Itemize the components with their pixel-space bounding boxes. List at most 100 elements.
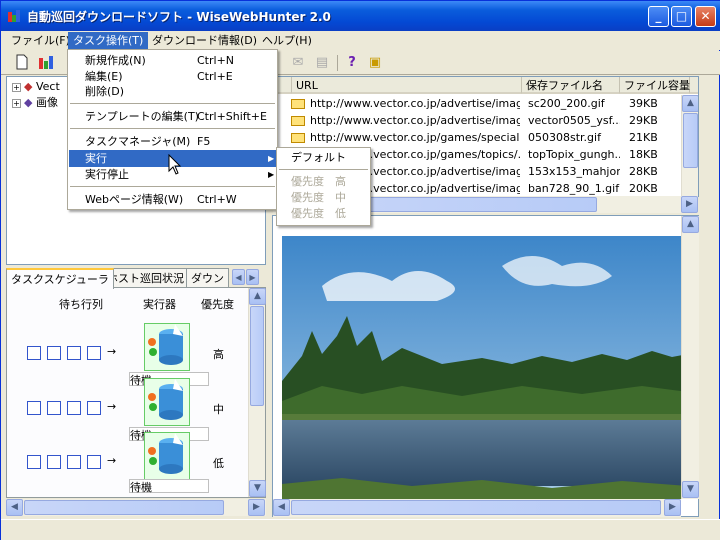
menu-item-delete[interactable]: 削除(D) xyxy=(69,83,276,100)
title-bar[interactable]: 自動巡回ダウンロードソフト - WiseWebHunter 2.0 _ □ ✕ xyxy=(1,1,720,31)
scroll-down-icon[interactable]: ▼ xyxy=(249,480,266,497)
menu-item-label: 実行 xyxy=(85,152,107,165)
tab-task-scheduler[interactable]: タスクスケジューラ xyxy=(6,268,114,289)
priority-label: 低 xyxy=(213,457,224,470)
column-header-filename[interactable]: 保存ファイル名 xyxy=(522,77,620,94)
envelope-icon xyxy=(291,116,305,126)
menu-item-label: タスクマネージャ(M) xyxy=(85,135,191,148)
menu-separator xyxy=(279,169,368,170)
maximize-icon: □ xyxy=(675,9,688,23)
queue-slot xyxy=(27,401,41,415)
preview-image xyxy=(282,236,688,499)
queue-slot xyxy=(87,401,101,415)
queue-slot xyxy=(47,455,61,469)
info-icon[interactable]: ▣ xyxy=(366,54,384,72)
menu-item-new[interactable]: 新規作成(N) Ctrl+N xyxy=(69,52,276,69)
menu-file[interactable]: ファイル(F) xyxy=(6,32,75,50)
scroll-up-icon[interactable]: ▲ xyxy=(249,288,266,305)
queue-slot xyxy=(67,401,81,415)
scroll-right-icon[interactable]: ▶ xyxy=(681,196,698,213)
scroll-thumb[interactable] xyxy=(24,500,224,515)
column-header-url[interactable]: URL xyxy=(292,77,522,94)
tab-host-status[interactable]: ホスト巡回状況 xyxy=(102,268,189,288)
submenu-item-priority-high[interactable]: 優先度 高 xyxy=(291,174,346,190)
executor-icon xyxy=(144,323,190,371)
bottom-tabs: タスクスケジューラ ホスト巡回状況 ダウン ◀ ▶ xyxy=(6,268,266,289)
app-icon xyxy=(8,10,20,22)
menu-bar: ファイル(F) タスク操作(T) ダウンロード情報(D) ヘルプ(H) xyxy=(1,31,720,50)
scroll-right-icon[interactable]: ▶ xyxy=(664,499,681,516)
column-header-size[interactable]: ファイル容量 xyxy=(620,77,690,94)
menu-separator xyxy=(70,128,275,129)
row-filename: 153x153_mahjon... xyxy=(528,165,620,178)
submenu-arrow-icon: ▶ xyxy=(268,170,275,179)
menu-item-task-manager[interactable]: タスクマネージャ(M) F5 xyxy=(69,133,276,150)
menu-task[interactable]: タスク操作(T) xyxy=(68,32,149,50)
executor-icon xyxy=(144,432,190,480)
task-icon[interactable] xyxy=(37,54,55,72)
table-row[interactable]: http://www.vector.co.jp/advertise/imag..… xyxy=(273,112,683,129)
submenu-item-priority-medium[interactable]: 優先度 中 xyxy=(291,190,346,206)
queue-slot xyxy=(47,346,61,360)
table-row[interactable]: http://www.vector.co.jp/games/special...… xyxy=(273,129,683,146)
folder-icon: ◆ xyxy=(24,96,33,109)
scroll-thumb[interactable] xyxy=(250,306,264,406)
row-url: http://www.vector.co.jp/advertise/imag..… xyxy=(310,114,520,127)
scroll-thumb[interactable] xyxy=(683,113,698,168)
priority-header: 優先度 xyxy=(201,298,234,311)
scheduler-horizontal-scrollbar[interactable]: ◀ ▶ xyxy=(6,499,266,516)
mail-icon[interactable]: ✉ xyxy=(289,54,307,72)
expand-icon[interactable]: + xyxy=(12,98,21,108)
queue-header: 待ち行列 xyxy=(59,298,103,311)
scroll-left-icon[interactable]: ◀ xyxy=(6,499,23,516)
run-submenu: デフォルト 優先度 高 優先度 中 優先度 低 xyxy=(276,147,371,226)
menu-help[interactable]: ヘルプ(H) xyxy=(257,32,317,50)
tab-scroll-right-icon[interactable]: ▶ xyxy=(246,269,259,285)
minimize-button[interactable]: _ xyxy=(648,6,669,27)
menu-item-shortcut: Ctrl+Shift+E xyxy=(197,110,267,123)
menu-separator xyxy=(70,103,275,104)
queue-slot xyxy=(27,455,41,469)
tree-item-vect[interactable]: + ◆ Vect xyxy=(12,79,60,95)
scheduler-vertical-scrollbar[interactable]: ▲ ▼ xyxy=(248,288,266,497)
new-document-icon[interactable] xyxy=(13,54,31,72)
mouse-cursor-icon xyxy=(168,154,182,175)
menu-item-label: 実行停止 xyxy=(85,168,129,181)
queue-arrow: → xyxy=(107,454,117,467)
tab-scroll-left-icon[interactable]: ◀ xyxy=(232,269,245,285)
scroll-down-icon[interactable]: ▼ xyxy=(682,481,699,498)
tree-item-images[interactable]: + ◆ 画像 xyxy=(12,95,58,111)
scroll-left-icon[interactable]: ◀ xyxy=(273,499,290,516)
status-bar xyxy=(1,519,720,540)
close-button[interactable]: ✕ xyxy=(695,6,716,27)
submenu-item-default[interactable]: デフォルト xyxy=(291,150,346,166)
menu-download-info[interactable]: ダウンロード情報(D) xyxy=(147,32,262,50)
tree-item-label: Vect xyxy=(35,80,60,93)
maximize-button[interactable]: □ xyxy=(671,6,692,27)
help-icon[interactable]: ? xyxy=(343,54,361,72)
tab-download[interactable]: ダウン xyxy=(186,268,229,288)
menu-item-edit-template[interactable]: テンプレートの編集(T) Ctrl+Shift+E xyxy=(69,108,276,125)
image-preview-panel: ▲ ▼ ◀ ▶ xyxy=(272,215,699,517)
priority-label: 中 xyxy=(213,403,224,416)
scroll-right-icon[interactable]: ▶ xyxy=(248,499,265,516)
list-vertical-scrollbar[interactable]: ▲ xyxy=(681,95,698,196)
document-icon[interactable]: ▤ xyxy=(313,54,331,72)
status-field: 待機 xyxy=(129,479,209,494)
preview-vertical-scrollbar[interactable]: ▲ ▼ xyxy=(681,216,699,499)
table-row[interactable]: http://www.vector.co.jp/advertise/imag..… xyxy=(273,95,683,112)
scroll-thumb[interactable] xyxy=(291,500,661,515)
scroll-up-icon[interactable]: ▲ xyxy=(682,216,699,233)
envelope-icon xyxy=(291,99,305,109)
expand-icon[interactable]: + xyxy=(12,82,21,92)
submenu-item-priority-low[interactable]: 優先度 低 xyxy=(291,206,346,222)
scroll-up-icon[interactable]: ▲ xyxy=(682,95,698,112)
row-size: 28KB xyxy=(629,165,658,178)
folder-icon: ◆ xyxy=(24,80,33,93)
menu-item-shortcut: Ctrl+N xyxy=(197,54,235,67)
menu-item-webpage-info[interactable]: Webページ情報(W) Ctrl+W xyxy=(69,191,276,208)
row-url: http://www.vector.co.jp/games/special... xyxy=(310,131,520,144)
menu-separator xyxy=(70,186,275,187)
preview-horizontal-scrollbar[interactable]: ◀ ▶ xyxy=(273,499,681,517)
row-filename: vector0505_ysf... xyxy=(528,114,620,127)
